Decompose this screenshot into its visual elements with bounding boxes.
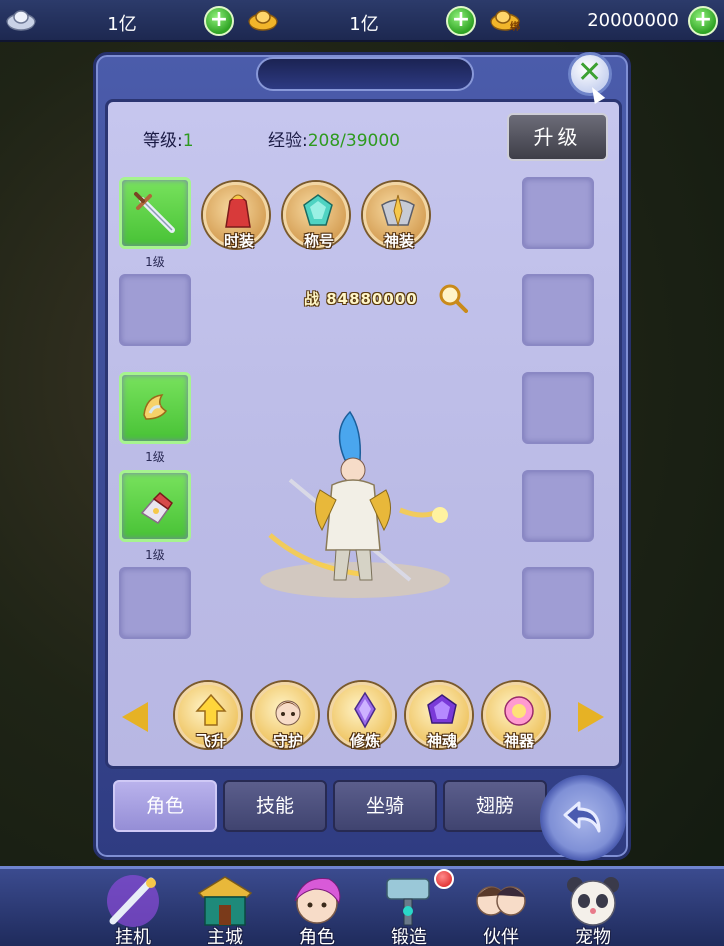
bottom-nav-bar: 挂机 主城 角色 锻造 伙伴 宠物 — [0, 866, 724, 946]
divine-gear-label: 神装 — [383, 232, 414, 250]
tab-wings[interactable]: 翅膀 — [443, 780, 547, 832]
silver-ingot-icon — [6, 10, 36, 31]
add-silver-button[interactable]: + — [204, 6, 234, 36]
ascend-label: 飞升 — [195, 732, 226, 750]
nav-partners-label: 伙伴 — [483, 927, 519, 946]
exp-display: 经验:208/39000 — [268, 126, 400, 151]
exp-label: 经验: — [268, 131, 308, 151]
artifact-label: 神器 — [503, 732, 534, 750]
divine-soul-label: 神魂 — [426, 732, 457, 750]
nav-forge-label: 锻造 — [391, 927, 427, 946]
magnifier-icon[interactable] — [438, 283, 468, 313]
nav-pets[interactable]: 宠物 — [553, 869, 633, 946]
level-display: 等级:1 — [143, 126, 194, 151]
nav-pets-label: 宠物 — [575, 927, 611, 946]
exp-value: 208/39000 — [307, 131, 400, 151]
partners-icon — [476, 886, 526, 916]
nav-character-label: 角色 — [299, 927, 335, 946]
scroll-right-arrow-icon[interactable] — [578, 702, 604, 732]
idle-sword-icon — [107, 875, 159, 927]
divine-gear-icon — [381, 194, 415, 227]
bound-gold-amount: 20000000 — [587, 10, 679, 31]
cultivate-button[interactable]: 修炼 — [329, 682, 395, 750]
divine-soul-button[interactable]: 神魂 — [406, 682, 472, 750]
fashion-label: 时装 — [223, 232, 254, 250]
equip-slot-empty[interactable] — [119, 274, 191, 346]
forge-notification-badge — [434, 869, 454, 889]
gold-amount: 1亿 — [349, 14, 379, 35]
currency-bound-gold: 绑 20000000 + — [488, 4, 724, 36]
bracer-level: 1级 — [145, 548, 165, 562]
gold-ingot-icon — [248, 10, 278, 31]
panda-pet-icon — [567, 877, 619, 926]
artifact-icon — [504, 696, 534, 726]
ascend-button[interactable]: 飞升 — [175, 682, 241, 750]
ascend-icon — [195, 693, 227, 726]
equip-slot-empty[interactable] — [522, 567, 594, 639]
divine-gear-button[interactable]: 神装 — [363, 182, 429, 250]
equip-slot-empty[interactable] — [522, 274, 594, 346]
close-icon: ✕ — [577, 55, 603, 90]
panel-title-cap — [256, 57, 474, 91]
equip-slot-empty[interactable] — [522, 470, 594, 542]
currency-gold: 1亿 + — [244, 4, 484, 36]
add-bound-gold-button[interactable]: + — [688, 6, 718, 36]
nav-idle-label: 挂机 — [115, 927, 151, 946]
divine-soul-icon — [427, 694, 457, 724]
helmet-level: 1级 — [145, 450, 165, 464]
nav-partners[interactable]: 伙伴 — [461, 869, 541, 946]
nav-character[interactable]: 角色 — [277, 869, 357, 946]
helmet-icon — [143, 394, 168, 420]
cultivate-icon — [354, 691, 376, 729]
tab-skills[interactable]: 技能 — [223, 780, 327, 832]
nav-main-city[interactable]: 主城 — [185, 869, 265, 946]
title-icon — [303, 194, 333, 226]
tab-character[interactable]: 角色 — [113, 780, 217, 832]
equip-slot-bracer[interactable] — [119, 470, 191, 542]
scroll-left-arrow-icon[interactable] — [122, 702, 148, 732]
tab-mount[interactable]: 坐骑 — [333, 780, 437, 832]
equip-slot-helmet[interactable] — [119, 372, 191, 444]
equip-slot-empty[interactable] — [119, 567, 191, 639]
guardian-button[interactable]: 守护 — [252, 682, 318, 750]
currency-bar: 1亿 + 1亿 + 绑 20000000 + — [0, 0, 724, 42]
combat-power: 战 84880000 — [304, 290, 418, 308]
artifact-button[interactable]: 神器 — [483, 682, 549, 750]
cultivate-label: 修炼 — [349, 732, 380, 750]
add-gold-button[interactable]: + — [446, 6, 476, 36]
forge-hammer-icon — [386, 878, 430, 926]
currency-silver: 1亿 + — [0, 4, 240, 36]
sword-icon — [134, 192, 175, 233]
back-arrow-icon — [563, 801, 601, 833]
nav-idle[interactable]: 挂机 — [93, 869, 173, 946]
nav-main-city-label: 主城 — [207, 927, 243, 946]
title-button[interactable]: 称号 — [283, 182, 349, 250]
bound-badge: 绑 — [510, 22, 520, 33]
character-icon — [294, 877, 341, 924]
back-button[interactable] — [540, 775, 626, 861]
guardian-icon — [275, 700, 301, 726]
fashion-icon — [225, 194, 251, 228]
weapon-level: 1级 — [145, 255, 165, 269]
upgrade-button[interactable]: 升级 — [507, 113, 608, 161]
title-label: 称号 — [303, 232, 334, 250]
silver-amount: 1亿 — [107, 14, 137, 35]
city-icon — [197, 876, 253, 926]
guardian-label: 守护 — [272, 732, 303, 750]
fashion-button[interactable]: 时装 — [203, 182, 269, 250]
equip-slot-weapon[interactable] — [119, 177, 191, 249]
level-value: 1 — [182, 131, 194, 151]
character-model — [260, 410, 450, 598]
level-label: 等级: — [143, 131, 183, 151]
equip-slot-empty[interactable] — [522, 372, 594, 444]
equip-slot-empty[interactable] — [522, 177, 594, 249]
bracer-icon — [140, 491, 173, 525]
